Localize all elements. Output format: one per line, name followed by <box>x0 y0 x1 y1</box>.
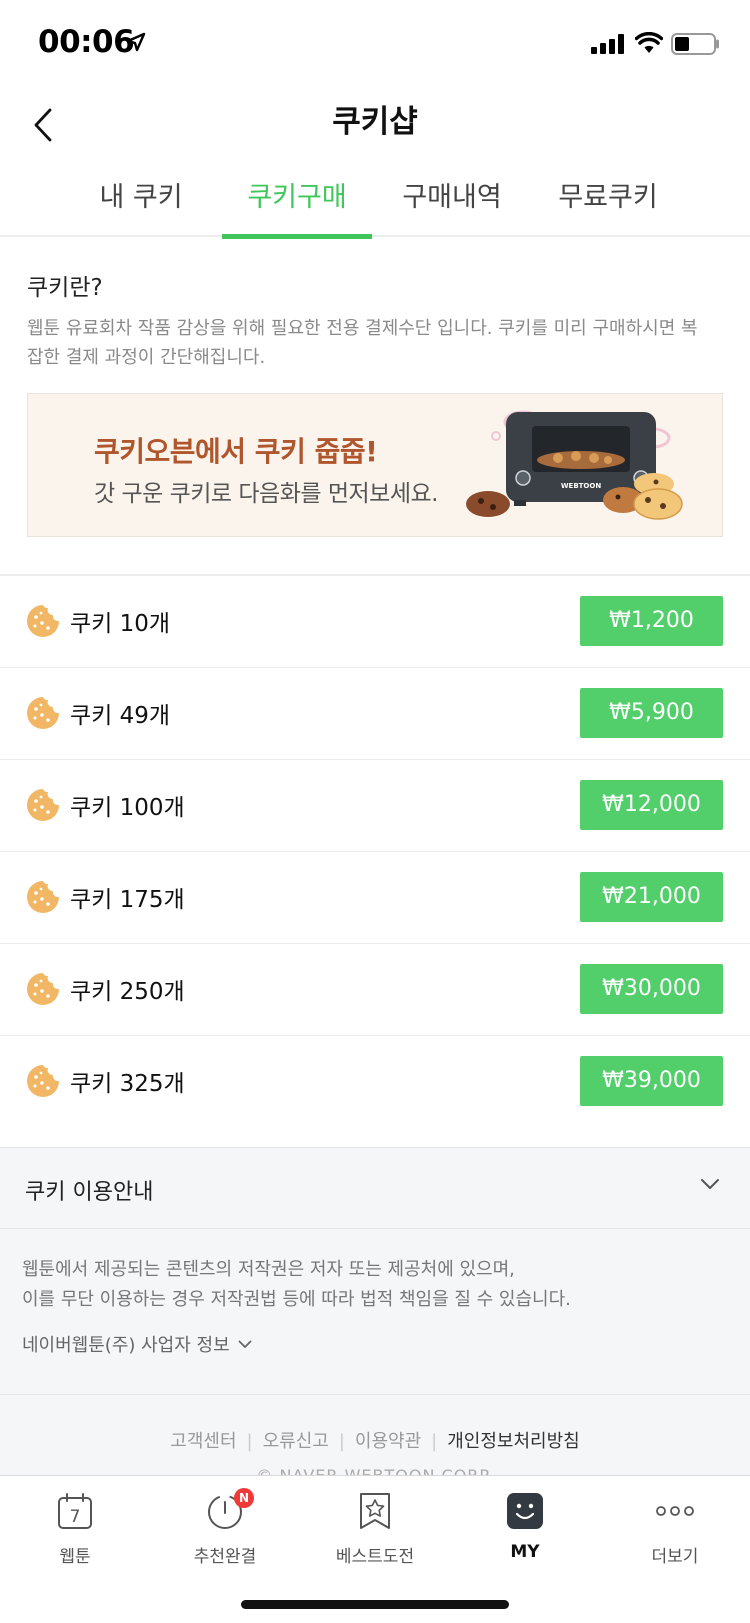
product-name: 쿠키 250개 <box>70 979 185 1005</box>
product-name: 쿠키 49개 <box>70 703 171 729</box>
tab-purchase-history[interactable]: 구매내역 <box>377 175 527 237</box>
buy-button[interactable]: ₩5,900 <box>580 688 723 738</box>
status-bar: 00:06 <box>0 0 750 90</box>
cookie-usage-guide[interactable]: 쿠키 이용안내 <box>0 1147 750 1229</box>
page-title: 쿠키샵 <box>332 104 418 140</box>
tab-bar: 내 쿠키 쿠키구매 구매내역 무료쿠키 <box>0 165 750 239</box>
bookmark-star-icon <box>360 1493 390 1529</box>
business-info-label: 네이버웹툰(주) 사업자 정보 <box>22 1335 230 1356</box>
product-row: 쿠키 175개 ₩21,000 <box>0 852 750 944</box>
cookie-oven-banner[interactable]: 쿠키오븐에서 쿠키 줍줍! 갓 구운 쿠키로 다음화를 먼저보세요. WEBTO… <box>27 393 723 537</box>
tabbar-webtoon[interactable]: 7 웹툰 <box>0 1486 150 1567</box>
footer-divider <box>0 1394 750 1395</box>
buy-button[interactable]: ₩30,000 <box>580 964 723 1014</box>
footer: 웹툰에서 제공되는 콘텐츠의 저작권은 저자 또는 제공처에 있으며, 이를 무… <box>0 1229 750 1485</box>
banner-title: 쿠키오븐에서 쿠키 줍줍! <box>94 435 378 468</box>
wifi-icon <box>635 32 663 53</box>
guide-label: 쿠키 이용안내 <box>25 1180 154 1205</box>
new-badge: N <box>234 1488 254 1508</box>
link-separator: | <box>338 1431 345 1452</box>
chevron-down-icon <box>238 1340 252 1348</box>
tab-my-cookie[interactable]: 내 쿠키 <box>66 175 216 237</box>
product-name: 쿠키 10개 <box>70 611 171 637</box>
calendar-icon: 7 <box>58 1493 92 1529</box>
info-description: 웹툰 유료회차 작품 감상을 위해 필요한 전용 결제수단 입니다. 쿠키를 미… <box>27 314 727 372</box>
buy-button[interactable]: ₩1,200 <box>580 596 723 646</box>
oven-logo-text: WEBTOON <box>561 482 602 490</box>
cookie-info: 쿠키란? 웹툰 유료회차 작품 감상을 위해 필요한 전용 결제수단 입니다. … <box>27 268 727 372</box>
product-row: 쿠키 325개 ₩39,000 <box>0 1036 750 1128</box>
tab-free-cookie[interactable]: 무료쿠키 <box>533 175 683 237</box>
buy-button[interactable]: ₩12,000 <box>580 780 723 830</box>
signal-icon <box>591 34 624 54</box>
battery-icon <box>671 33 719 55</box>
buy-button[interactable]: ₩21,000 <box>580 872 723 922</box>
tabbar-more[interactable]: 더보기 <box>600 1486 750 1567</box>
cookie-icon <box>27 973 59 1005</box>
link-privacy-policy[interactable]: 개인정보처리방침 <box>447 1431 579 1452</box>
link-separator: | <box>431 1431 438 1452</box>
cookie-icon <box>27 605 59 637</box>
tabbar-recommend-complete[interactable]: N 추천완결 <box>150 1486 300 1567</box>
info-title: 쿠키란? <box>27 275 103 301</box>
product-name: 쿠키 175개 <box>70 887 185 913</box>
location-arrow-icon <box>126 32 146 52</box>
business-info-toggle[interactable]: 네이버웹툰(주) 사업자 정보 <box>22 1331 252 1357</box>
nav-header: 쿠키샵 <box>0 90 750 170</box>
smile-icon <box>507 1493 543 1529</box>
product-name: 쿠키 325개 <box>70 1071 185 1097</box>
tabbar-my[interactable]: MY <box>450 1486 600 1562</box>
cookie-product-list: 쿠키 10개 ₩1,200 쿠키 49개 ₩5,900 쿠키 100개 ₩12,… <box>0 576 750 1128</box>
info-description-line: 웹툰 유료회차 작품 감상을 위해 필요한 전용 결제수단 입니다. 쿠키를 미… <box>27 318 698 339</box>
link-separator: | <box>246 1431 253 1452</box>
footer-links: 고객센터 | 오류신고 | 이용약관 | 개인정보처리방침 <box>0 1427 750 1453</box>
tabbar-label: 웹툰 <box>59 1547 91 1567</box>
tabbar-label: 추천완결 <box>193 1547 257 1567</box>
cookie-icon <box>27 697 59 729</box>
notice-line: 이를 무단 이용하는 경우 저작권법 등에 따라 법적 책임을 질 수 있습니다… <box>22 1289 571 1310</box>
copyright-notice: 웹툰에서 제공되는 콘텐츠의 저작권은 저자 또는 제공처에 있으며, 이를 무… <box>22 1255 722 1315</box>
product-row: 쿠키 100개 ₩12,000 <box>0 760 750 852</box>
tabbar-label: MY <box>510 1542 540 1562</box>
cookie-icon <box>27 881 59 913</box>
info-description-line: 잡한 결제 과정이 간단해집니다. <box>27 347 266 368</box>
home-indicator <box>241 1600 509 1609</box>
link-customer-center[interactable]: 고객센터 <box>170 1431 236 1452</box>
chevron-down-icon <box>701 1179 719 1189</box>
banner-subtitle: 갓 구운 쿠키로 다음화를 먼저보세요. <box>94 481 438 507</box>
notice-line: 웹툰에서 제공되는 콘텐츠의 저작권은 저자 또는 제공처에 있으며, <box>22 1259 515 1280</box>
product-name: 쿠키 100개 <box>70 795 185 821</box>
product-row: 쿠키 10개 ₩1,200 <box>0 576 750 668</box>
calendar-day: 7 <box>70 1507 81 1527</box>
cookie-icon <box>27 1065 59 1097</box>
cookie-icon <box>27 789 59 821</box>
link-terms[interactable]: 이용약관 <box>355 1431 421 1452</box>
more-icon <box>656 1506 694 1516</box>
buy-button[interactable]: ₩39,000 <box>580 1056 723 1106</box>
oven-illustration: WEBTOON <box>466 410 683 520</box>
tabbar-best-challenge[interactable]: 베스트도전 <box>300 1486 450 1567</box>
tabbar-label: 베스트도전 <box>335 1547 415 1567</box>
product-row: 쿠키 250개 ₩30,000 <box>0 944 750 1036</box>
tabbar-label: 더보기 <box>651 1547 699 1567</box>
link-error-report[interactable]: 오류신고 <box>263 1431 329 1452</box>
tab-buy-cookie[interactable]: 쿠키구매 <box>222 175 372 239</box>
product-row: 쿠키 49개 ₩5,900 <box>0 668 750 760</box>
status-time: 00:06 <box>38 24 135 60</box>
